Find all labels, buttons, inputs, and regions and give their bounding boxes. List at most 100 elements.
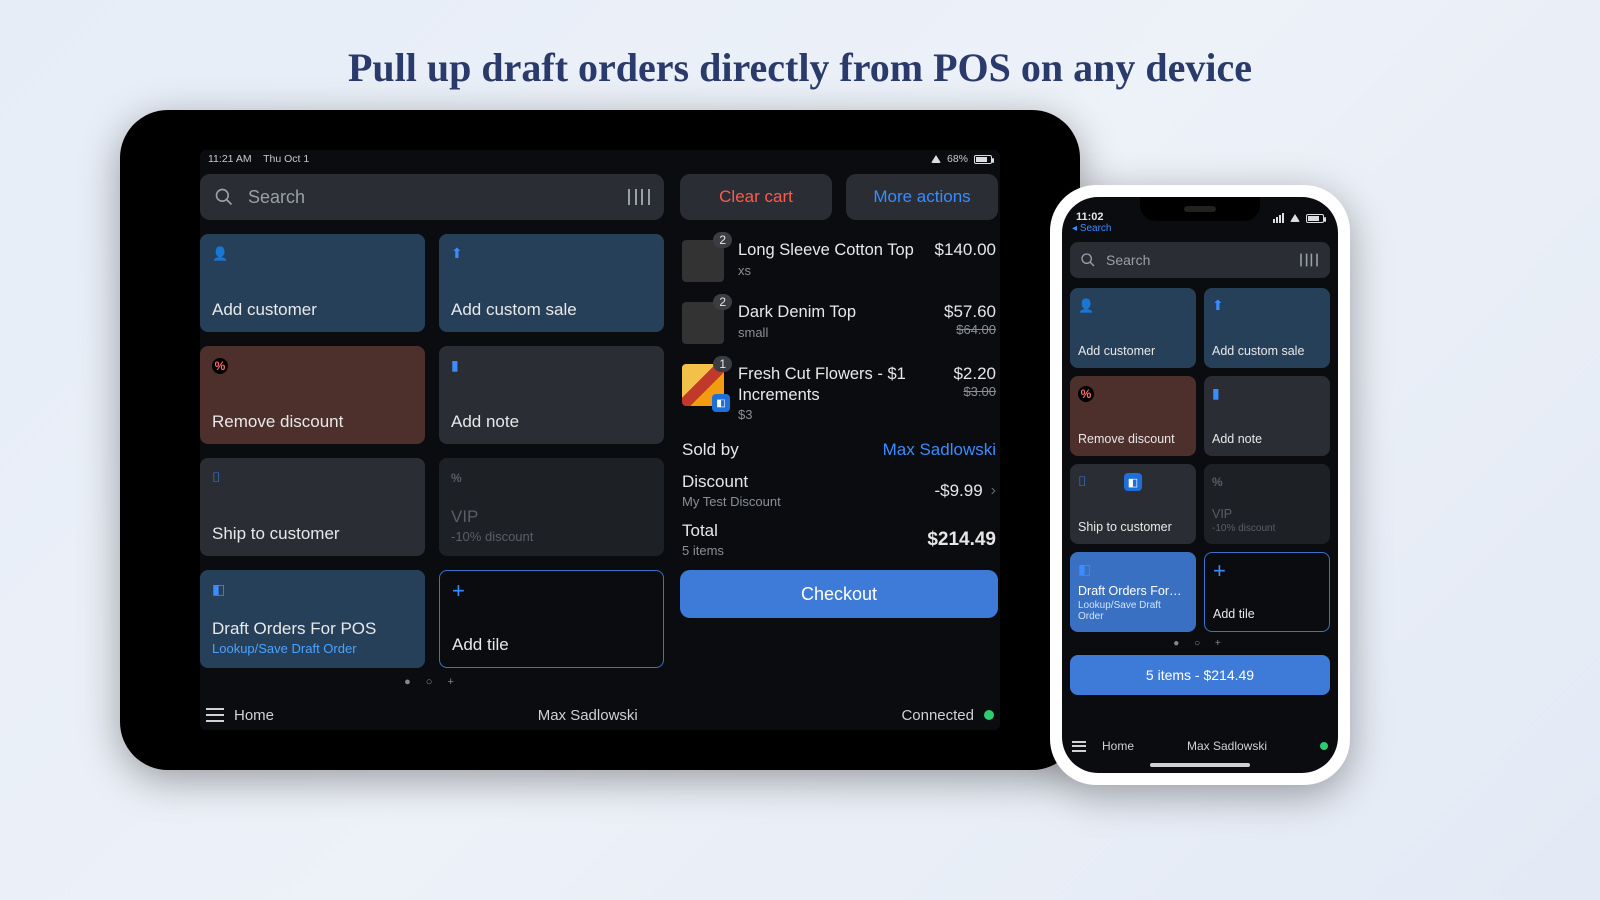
search-placeholder: Search — [248, 187, 614, 208]
tablet-device-frame: 11:21 AM Thu Oct 1 68% Search — [120, 110, 1080, 770]
tile-label: Add custom sale — [451, 300, 652, 320]
checkout-button[interactable]: 5 items - $214.49 — [1070, 655, 1330, 695]
tile-vip-disabled: VIP -10% discount — [439, 458, 664, 556]
discount-label: Discount — [682, 472, 781, 492]
tile-ship-to-customer[interactable]: Ship to customer — [1070, 464, 1196, 544]
total-sub: 5 items — [682, 543, 724, 558]
total-label: Total — [682, 521, 724, 541]
bottom-user: Max Sadlowski — [274, 707, 901, 724]
pager-dots[interactable]: ● ○ + — [1062, 638, 1338, 649]
tile-label: VIP — [1212, 507, 1322, 521]
tile-add-customer[interactable]: Add customer — [1070, 288, 1196, 368]
connection-indicator-icon — [1320, 742, 1328, 750]
pager-dots[interactable]: ● ○ + — [200, 676, 664, 688]
upload-icon — [451, 245, 469, 263]
tile-add-custom-sale[interactable]: Add custom sale — [439, 234, 664, 332]
percent-icon — [1078, 385, 1096, 403]
tile-remove-discount[interactable]: Remove discount — [1070, 376, 1196, 456]
home-link[interactable]: Home — [1102, 739, 1134, 753]
cart-item-variant: xs — [738, 263, 935, 278]
status-date: Thu Oct 1 — [263, 153, 309, 165]
connection-indicator-icon — [984, 710, 994, 720]
search-icon — [214, 187, 234, 207]
tile-add-customer[interactable]: Add customer — [200, 234, 425, 332]
barcode-scan-icon[interactable] — [628, 189, 650, 205]
tile-label: Add note — [1212, 432, 1322, 446]
qty-badge: 1 — [713, 356, 732, 372]
tile-add-tile[interactable]: + Add tile — [439, 570, 664, 668]
tile-vip-disabled: VIP -10% discount — [1204, 464, 1330, 544]
phone-screen: 11:02 ◂ Search Search Add customer Add c… — [1062, 197, 1338, 773]
cart-item-name: Long Sleeve Cotton Top — [738, 240, 935, 261]
tile-label: Remove discount — [212, 412, 413, 432]
tiles-grid: Add customer Add custom sale Remove disc… — [200, 234, 664, 668]
total-row: Total 5 items $214.49 — [680, 511, 998, 560]
tile-add-note[interactable]: Add note — [1204, 376, 1330, 456]
chevron-right-icon: › — [991, 482, 996, 500]
battery-percentage: 68% — [947, 153, 968, 165]
tile-label: Add customer — [212, 300, 413, 320]
tile-add-tile[interactable]: + Add tile — [1204, 552, 1330, 632]
battery-icon — [1306, 214, 1324, 223]
cart-item-name: Dark Denim Top — [738, 302, 944, 323]
cart-item[interactable]: 2 Dark Denim Top small $57.60 $64.00 — [680, 294, 998, 352]
battery-icon — [974, 155, 992, 164]
tile-label: Ship to customer — [1078, 520, 1188, 534]
tile-label: Draft Orders For… — [1078, 584, 1188, 598]
cart-item-thumbnail: 2 — [682, 302, 724, 344]
home-indicator[interactable] — [1150, 763, 1250, 767]
cart-item-price: $2.20 — [953, 364, 996, 384]
tile-label: Add customer — [1078, 344, 1188, 358]
cart-item-original-price: $64.00 — [944, 322, 996, 337]
checkout-button[interactable]: Checkout — [680, 570, 998, 618]
wifi-icon — [1290, 214, 1300, 222]
phone-device-frame: 11:02 ◂ Search Search Add customer Add c… — [1050, 185, 1350, 785]
ship-icon — [1078, 473, 1096, 491]
tile-draft-orders-for-pos[interactable]: Draft Orders For POS Lookup/Save Draft O… — [200, 570, 425, 668]
tile-remove-discount[interactable]: Remove discount — [200, 346, 425, 444]
plus-icon: + — [452, 580, 465, 602]
app-icon — [1078, 561, 1096, 579]
tile-add-note[interactable]: Add note — [439, 346, 664, 444]
hamburger-icon[interactable] — [206, 708, 224, 722]
person-icon — [212, 245, 230, 263]
more-actions-button[interactable]: More actions — [846, 174, 998, 220]
search-bar[interactable]: Search — [1070, 242, 1330, 278]
connection-status: Connected — [901, 707, 974, 724]
cart-item-variant: $3 — [738, 407, 953, 422]
cart-item[interactable]: 2 Long Sleeve Cotton Top xs $140.00 — [680, 232, 998, 290]
discount-value: -$9.99 — [934, 481, 982, 501]
barcode-scan-icon[interactable] — [1300, 254, 1318, 267]
home-link[interactable]: Home — [234, 707, 274, 724]
search-icon — [1080, 252, 1096, 268]
tile-sub: Lookup/Save Draft Order — [1078, 600, 1188, 622]
discount-row[interactable]: Discount My Test Discount -$9.99 › — [680, 462, 998, 511]
notch — [1140, 197, 1260, 221]
sold-by-row[interactable]: Sold by Max Sadlowski — [680, 430, 998, 462]
app-tag-icon — [712, 394, 730, 412]
search-bar[interactable]: Search — [200, 174, 664, 220]
back-to-search-link[interactable]: ◂ Search — [1062, 223, 1338, 238]
total-value: $214.49 — [927, 529, 996, 551]
cart-item-price: $140.00 — [935, 240, 996, 260]
sold-by-value: Max Sadlowski — [883, 440, 996, 460]
cart-item-name: Fresh Cut Flowers - $1 Increments — [738, 364, 953, 405]
ship-icon — [212, 469, 230, 487]
tablet-screen: 11:21 AM Thu Oct 1 68% Search — [200, 150, 1000, 730]
note-icon — [451, 357, 469, 375]
cart-item[interactable]: 1 Fresh Cut Flowers - $1 Increments $3 $… — [680, 356, 998, 430]
app-badge-icon — [1124, 473, 1142, 491]
tile-ship-to-customer[interactable]: Ship to customer — [200, 458, 425, 556]
hamburger-icon[interactable] — [1072, 741, 1086, 752]
clear-cart-button[interactable]: Clear cart — [680, 174, 832, 220]
tile-sub: Lookup/Save Draft Order — [212, 641, 413, 656]
tile-sub: -10% discount — [451, 529, 652, 544]
back-hint-label: Search — [1080, 223, 1112, 234]
tile-label: Remove discount — [1078, 432, 1188, 446]
cart-item-variant: small — [738, 325, 944, 340]
tile-draft-orders-for-pos[interactable]: Draft Orders For… Lookup/Save Draft Orde… — [1070, 552, 1196, 632]
wifi-icon — [931, 155, 941, 163]
tile-add-custom-sale[interactable]: Add custom sale — [1204, 288, 1330, 368]
tile-label: VIP — [451, 507, 652, 527]
qty-badge: 2 — [713, 294, 732, 310]
